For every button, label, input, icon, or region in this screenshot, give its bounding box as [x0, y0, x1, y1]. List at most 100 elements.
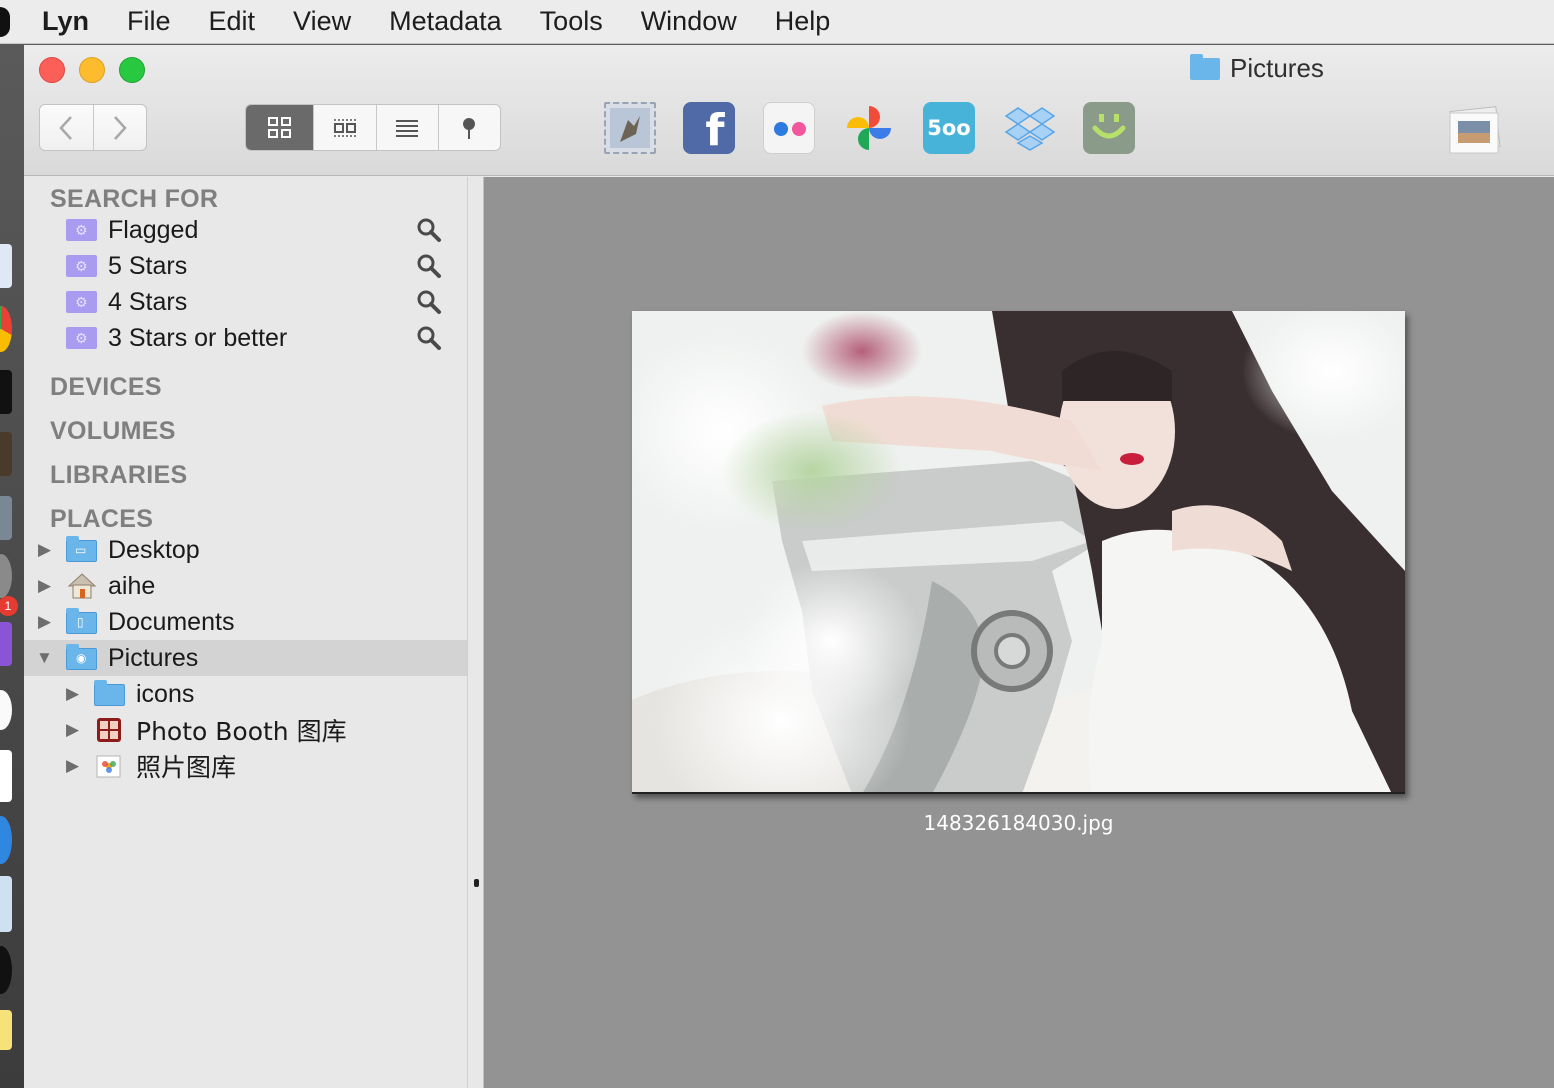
home-icon [67, 573, 97, 599]
list-view-icon [396, 119, 419, 137]
disclosure-triangle-icon[interactable]: ▶ [38, 612, 51, 632]
map-view-button[interactable] [437, 105, 500, 150]
disclosure-triangle-icon[interactable]: ▶ [66, 684, 79, 704]
pictures-folder-icon: ◉ [66, 644, 97, 670]
place-documents[interactable]: ▶ ▯ Documents [24, 604, 467, 640]
menu-tools[interactable]: Tools [540, 6, 603, 37]
disclosure-triangle-icon[interactable]: ▶ [38, 576, 51, 596]
photo-thumbnail[interactable] [632, 311, 1405, 794]
search-label: 4 Stars [108, 287, 188, 316]
folder-icon [94, 680, 125, 706]
xcode-dock-icon[interactable] [0, 876, 12, 932]
flickr-icon [774, 122, 806, 136]
menu-bar: Lyn File Edit View Metadata Tools Window… [0, 0, 1554, 44]
place-label: Desktop [108, 535, 200, 564]
forward-button[interactable] [92, 105, 147, 150]
grid-view-icon [267, 116, 291, 138]
notification-badge: 1 [0, 596, 18, 616]
500px-share-button[interactable]: 5oo [923, 102, 975, 154]
photo-filename: 148326184030.jpg [923, 811, 1114, 835]
flickr-share-button[interactable] [763, 102, 815, 154]
library-photo-booth[interactable]: ▶ Photo Booth 图库 [24, 712, 467, 748]
menu-metadata[interactable]: Metadata [389, 6, 502, 37]
menu-window[interactable]: Window [641, 6, 737, 37]
sublime-dock-icon[interactable] [0, 432, 12, 476]
filmstrip-view-button[interactable] [313, 105, 375, 150]
place-pictures[interactable]: ▼ ◉ Pictures [24, 640, 467, 676]
folder-icon [1190, 53, 1220, 80]
search-icon[interactable] [416, 325, 442, 351]
minimize-button[interactable] [79, 57, 105, 83]
search-label: 3 Stars or better [108, 323, 288, 352]
preview-dock-icon[interactable] [0, 496, 12, 540]
main-window: Pictures f 5oo SEARCH FOR ⚙ Flagged ⚙ 5 … [24, 45, 1554, 1088]
search-label: Flagged [108, 215, 199, 244]
search-flagged[interactable]: Flagged [24, 212, 467, 248]
qq-dock-icon[interactable] [0, 946, 12, 994]
place-home[interactable]: ▶ aihe [24, 568, 467, 604]
splitter-handle[interactable] [474, 879, 479, 887]
list-view-button[interactable] [375, 105, 438, 150]
menu-app-name[interactable]: Lyn [42, 6, 89, 37]
section-volumes[interactable]: VOLUMES [50, 417, 176, 446]
search-4-stars[interactable]: 4 Stars [24, 284, 467, 320]
library-photos[interactable]: ▶ 照片图库 [24, 748, 467, 784]
view-mode-control [245, 104, 501, 151]
close-button[interactable] [39, 57, 65, 83]
system-prefs-dock-icon[interactable] [0, 554, 12, 598]
menu-help[interactable]: Help [775, 6, 831, 37]
mail-share-button[interactable] [604, 102, 656, 154]
disclosure-triangle-icon[interactable]: ▶ [38, 540, 51, 560]
section-places[interactable]: PLACES [50, 505, 153, 534]
chrome-dock-icon[interactable] [0, 306, 12, 352]
app-store-dock-icon[interactable] [0, 622, 12, 666]
facebook-icon: f [705, 105, 725, 156]
library-label: Photo Booth 图库 [136, 717, 347, 746]
google-photos-share-button[interactable] [843, 102, 895, 154]
menu-edit[interactable]: Edit [209, 6, 256, 37]
apple-menu-icon[interactable] [0, 6, 10, 37]
folder-label: icons [136, 679, 195, 708]
messages-dock-icon[interactable] [0, 750, 12, 802]
stickies-dock-icon[interactable] [0, 1010, 12, 1050]
photo-booth-icon [97, 718, 121, 742]
search-label: 5 Stars [108, 251, 188, 280]
menu-view[interactable]: View [293, 6, 351, 37]
browser-content: 148326184030.jpg [484, 177, 1554, 1088]
disclosure-triangle-icon[interactable]: ▶ [66, 756, 79, 776]
terminal-dock-icon[interactable] [0, 370, 12, 414]
search-icon[interactable] [416, 217, 442, 243]
smugmug-share-button[interactable] [1083, 102, 1135, 154]
folder-icons[interactable]: ▶ icons [24, 676, 467, 712]
photos-library-icon [96, 755, 121, 778]
menu-file[interactable]: File [127, 6, 171, 37]
wechat-dock-icon[interactable] [0, 690, 12, 730]
dropbox-share-button[interactable] [1002, 102, 1056, 154]
sidebar-splitter[interactable] [467, 177, 484, 1088]
disclosure-triangle-icon[interactable]: ▶ [66, 720, 79, 740]
section-libraries[interactable]: LIBRARIES [50, 461, 187, 490]
facebook-share-button[interactable]: f [683, 102, 735, 154]
dock: 1 [0, 44, 24, 1088]
import-photos-button[interactable] [1446, 105, 1504, 155]
place-desktop[interactable]: ▶ ▭ Desktop [24, 532, 467, 568]
finder-dock-icon[interactable] [0, 244, 12, 288]
navigation-buttons [39, 104, 147, 151]
section-devices[interactable]: DEVICES [50, 373, 162, 402]
back-icon [59, 115, 73, 140]
grid-view-button[interactable] [246, 105, 314, 150]
disclosure-triangle-icon[interactable]: ▼ [36, 648, 53, 668]
smugmug-icon [1092, 114, 1126, 139]
back-button[interactable] [40, 105, 93, 150]
search-3-stars-or-better[interactable]: 3 Stars or better [24, 320, 467, 356]
zoom-button[interactable] [119, 57, 145, 83]
search-icon[interactable] [416, 253, 442, 279]
search-5-stars[interactable]: 5 Stars [24, 248, 467, 284]
section-search-for: SEARCH FOR [50, 185, 219, 213]
photo-image [632, 311, 1405, 792]
smart-folder-icon [66, 219, 97, 241]
documents-folder-icon: ▯ [66, 608, 97, 634]
titlebar-toolbar: Pictures f 5oo [24, 45, 1554, 176]
safari-dock-icon[interactable] [0, 816, 12, 864]
search-icon[interactable] [416, 289, 442, 315]
